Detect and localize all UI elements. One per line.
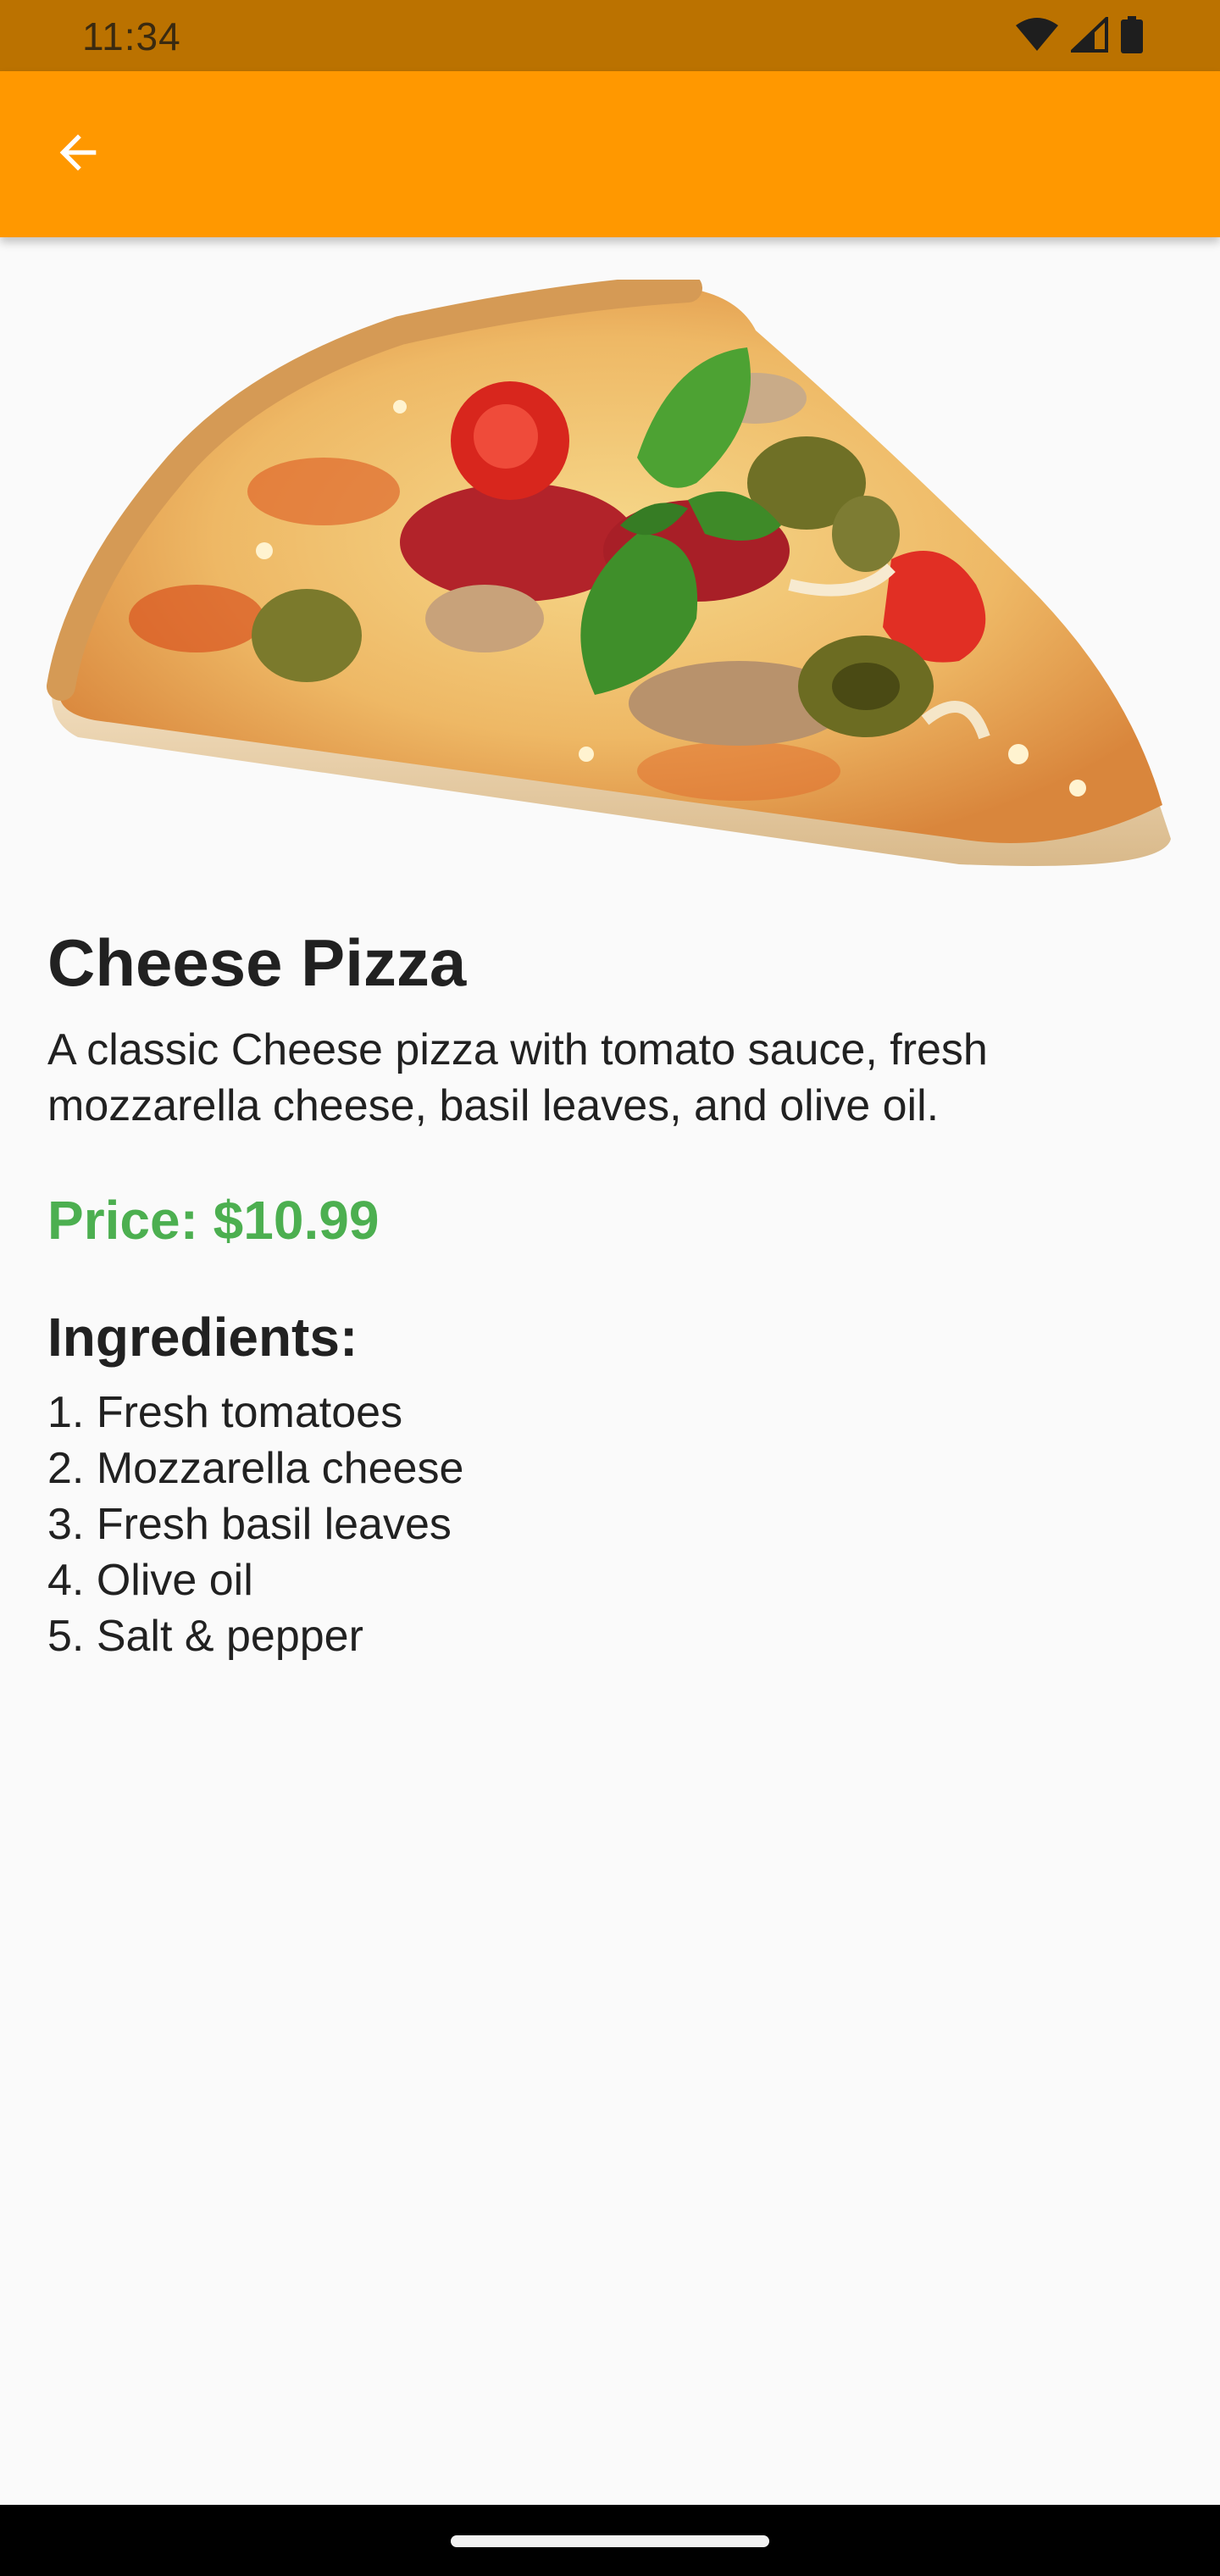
status-icons <box>1015 14 1144 58</box>
ingredient-item: 3. Fresh basil leaves <box>47 1500 452 1549</box>
navigation-bar <box>0 2505 1220 2576</box>
product-details: Cheese Pizza A classic Cheese pizza with… <box>47 920 1174 1664</box>
arrow-back-icon <box>51 125 105 184</box>
home-gesture-handle[interactable] <box>451 2535 769 2547</box>
wifi-icon <box>1015 17 1059 57</box>
ingredient-item: 4. Olive oil <box>47 1556 253 1605</box>
product-detail-screen: 11:34 Cheese Pizza A classic Cheese pizz… <box>0 0 1220 2576</box>
pizza-image <box>44 274 1176 881</box>
cellular-signal-icon <box>1068 14 1108 57</box>
ingredient-item: 2. Mozzarella cheese <box>47 1444 464 1493</box>
back-button[interactable] <box>37 114 119 195</box>
ingredient-item: 1. Fresh tomatoes <box>47 1388 403 1437</box>
ingredients-list: 1. Fresh tomatoes 2. Mozzarella cheese 3… <box>47 1385 1174 1664</box>
battery-icon <box>1120 15 1144 58</box>
app-bar <box>0 71 1220 237</box>
status-bar: 11:34 <box>0 0 1220 71</box>
status-time: 11:34 <box>82 14 181 58</box>
ingredients-heading: Ingredients: <box>47 1307 358 1368</box>
product-price: Price: $10.99 <box>47 1190 380 1251</box>
ingredient-item: 5. Salt & pepper <box>47 1612 363 1661</box>
product-description: A classic Cheese pizza with tomato sauce… <box>47 1025 988 1130</box>
product-title: Cheese Pizza <box>47 925 467 1000</box>
